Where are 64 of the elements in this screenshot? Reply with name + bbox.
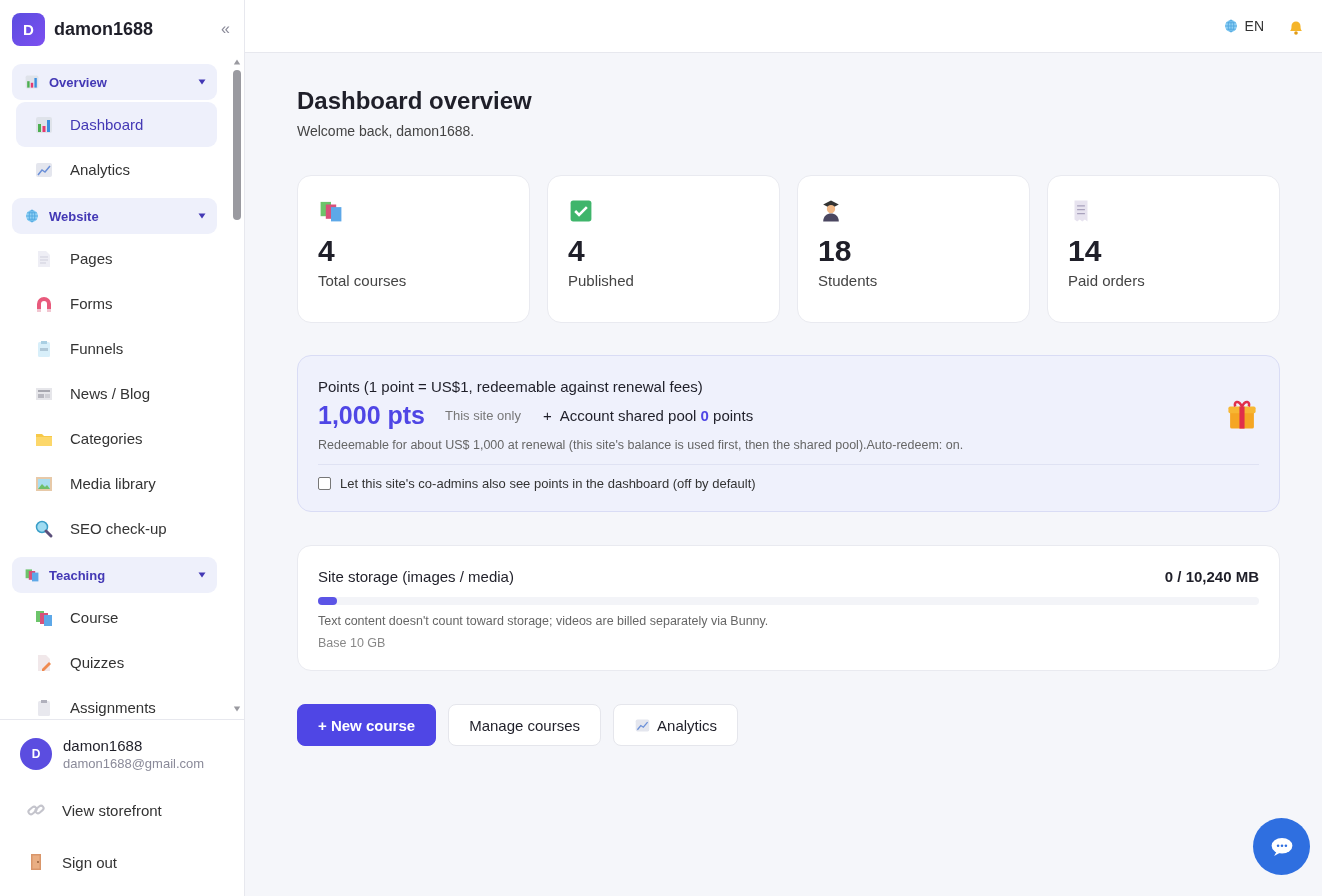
sidebar-item[interactable]: Funnels <box>16 326 217 371</box>
collapse-button[interactable]: « <box>221 20 230 38</box>
gift-icon <box>1225 398 1259 432</box>
checkbox-label: Let this site's co-admins also see points in the dashboard (off by default) <box>340 476 756 491</box>
nav-group-header[interactable]: Website <box>12 198 217 234</box>
sidebar-link[interactable]: Sign out <box>20 836 244 888</box>
bar-chart-icon <box>24 74 40 90</box>
points-title: Points (1 point = US$1, redeemable against renewal fees) <box>318 378 704 395</box>
page-title: Dashboard overview <box>297 87 533 115</box>
stat-label: Paid orders <box>1068 272 1146 289</box>
action-button[interactable]: Manage courses <box>448 704 602 746</box>
nav-group-header[interactable]: Overview <box>12 64 217 100</box>
stat-label: Total courses <box>318 272 408 289</box>
action-button[interactable]: Analytics <box>613 704 739 746</box>
checkbox[interactable] <box>318 477 331 490</box>
scroll-down-icon <box>232 705 242 713</box>
bar-chart-icon <box>34 114 54 135</box>
globe-icon <box>1222 18 1239 34</box>
books-icon <box>24 567 40 583</box>
sidebar-item[interactable]: Forms <box>16 281 217 326</box>
scroll-up-icon <box>232 58 242 66</box>
checkbox-icon <box>568 198 594 224</box>
sidebar-link[interactable]: View storefront <box>20 784 244 836</box>
points-scope: This site only <box>445 408 521 423</box>
sidebar-item[interactable]: Categories <box>16 416 217 461</box>
caret-icon <box>197 211 207 221</box>
stat-value: 4 <box>318 234 336 268</box>
sidebar-item[interactable]: Assignments <box>16 685 217 719</box>
plus-sign: + <box>542 407 552 424</box>
caret-icon <box>197 570 207 580</box>
storage-note: Text content doesn't count toward storage; videos are billed separately via Bunny. <box>318 614 770 628</box>
storage-usage: 0 / 10,240 MB <box>1164 568 1259 585</box>
stat-value: 18 <box>818 234 853 268</box>
stat-label: Students <box>818 272 879 289</box>
sidebar-item[interactable]: SEO check-up <box>16 506 217 551</box>
sidebar-item[interactable]: Quizzes <box>16 640 217 685</box>
storage-title: Site storage (images / media) <box>318 568 514 585</box>
sidebar-item[interactable]: Course <box>16 595 217 640</box>
storage-base: Base 10 GB <box>318 636 387 650</box>
shared-pool-text: Account shared pool 0 points <box>559 407 754 424</box>
scrollbar-thumb[interactable] <box>233 70 241 220</box>
nav-group-header[interactable]: Teaching <box>12 557 217 593</box>
language-label[interactable]: EN <box>1244 18 1264 34</box>
caret-icon <box>197 77 207 87</box>
points-amount: 1,000 pts <box>318 401 425 430</box>
page-subtitle: Welcome back, damon1688. <box>297 123 476 139</box>
user-avatar: D <box>20 738 52 770</box>
stat-value: 4 <box>568 234 586 268</box>
points-note: Redeemable for about US$ 1,000 at renewal (this site's balance is used first, then the shared pool).Auto-redeem: on. <box>318 438 965 452</box>
stat-value: 14 <box>1068 234 1103 268</box>
sidebar-item[interactable]: Media library <box>16 461 217 506</box>
globe-icon <box>24 208 40 224</box>
stat-label: Published <box>568 272 635 289</box>
sidebar-item[interactable]: Dashboard <box>16 102 217 147</box>
brand-name: damon1688 <box>54 18 155 40</box>
new-course-button[interactable]: + New course <box>297 704 437 746</box>
sidebar-item[interactable]: Analytics <box>16 147 217 192</box>
user-email: damon1688@gmail.com <box>63 756 205 771</box>
sidebar-item[interactable]: Pages <box>16 236 217 281</box>
search-icon <box>34 518 54 539</box>
chat-button[interactable] <box>1253 818 1310 875</box>
brand-logo: D <box>12 12 45 46</box>
sidebar-item[interactable]: News / Blog <box>16 371 217 416</box>
user-name: damon1688 <box>63 737 144 754</box>
